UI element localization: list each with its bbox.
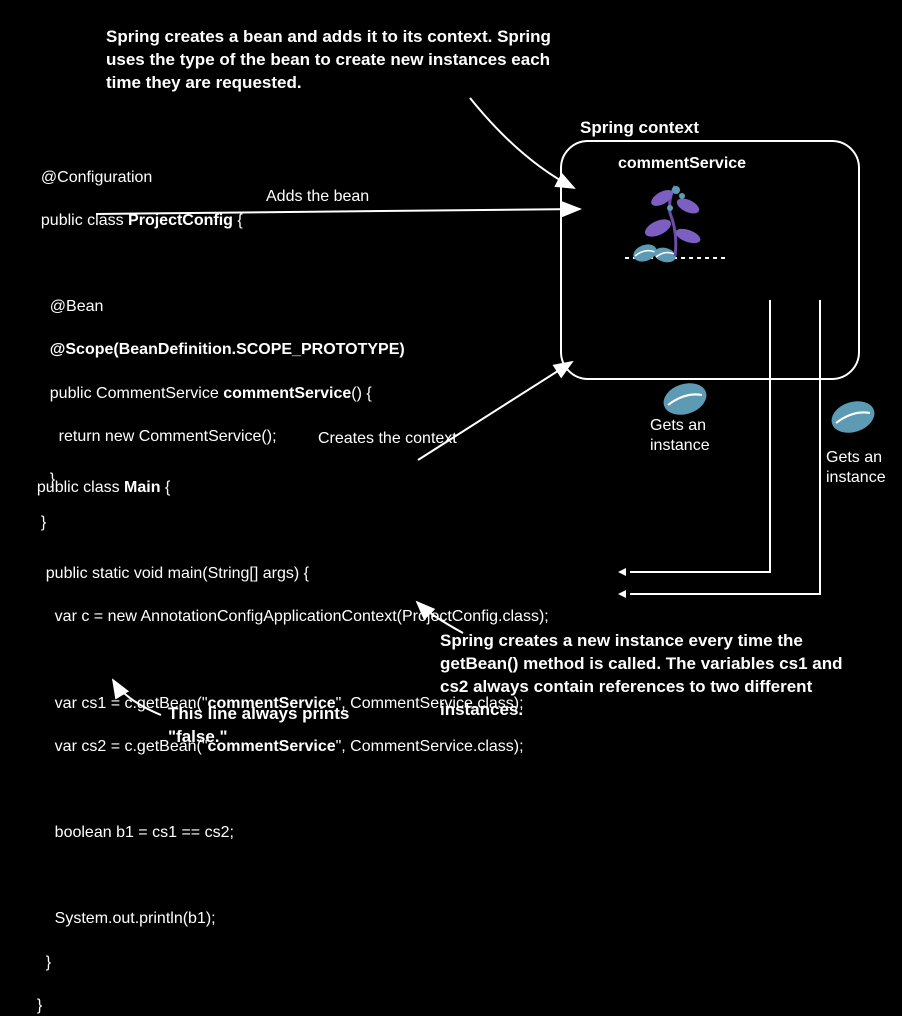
context-title: Spring context	[580, 118, 699, 138]
main-l1a: public class	[37, 479, 124, 496]
main-l8: }	[37, 954, 51, 971]
top-annotation: Spring creates a bean and adds it to its…	[106, 26, 586, 95]
bean-instance-icon-2	[828, 398, 878, 436]
config-l2b: ProjectConfig	[128, 212, 233, 229]
config-l1: @Configuration	[41, 169, 152, 186]
main-l2: public static void main(String[] args) {	[37, 565, 309, 582]
config-l3: @Bean	[41, 298, 104, 315]
adds-bean-label: Adds the bean	[266, 188, 369, 206]
config-l5b: commentService	[223, 385, 351, 402]
config-l4: @Scope(BeanDefinition.SCOPE_PROTOTYPE)	[41, 341, 405, 358]
bean-instance-icon-1	[660, 380, 710, 418]
main-l7: System.out.println(b1);	[37, 910, 216, 927]
main-l1c: {	[161, 479, 171, 496]
config-l2c: {	[233, 212, 243, 229]
main-l9: }	[37, 997, 42, 1014]
bottom-right-annotation: Spring creates a new instance every time…	[440, 630, 860, 722]
bottom-left-annotation: This line always prints "false."	[168, 703, 368, 749]
bean-plant-illustration	[620, 178, 730, 268]
creates-context-label: Creates the context	[318, 430, 457, 448]
main-l3: var c = new AnnotationConfigApplicationC…	[37, 608, 549, 625]
gets-instance-label-1: Gets an instance	[650, 416, 710, 456]
service-name: commentService	[618, 155, 746, 173]
config-l6: return new CommentService();	[41, 428, 277, 445]
gets-instance-label-2: Gets an instance	[826, 448, 886, 488]
config-l2a: public class	[41, 212, 128, 229]
main-l6: boolean b1 = cs1 == cs2;	[37, 824, 234, 841]
config-l5a: public CommentService	[41, 385, 223, 402]
config-l5c: () {	[351, 385, 371, 402]
main-l1b: Main	[124, 479, 160, 496]
